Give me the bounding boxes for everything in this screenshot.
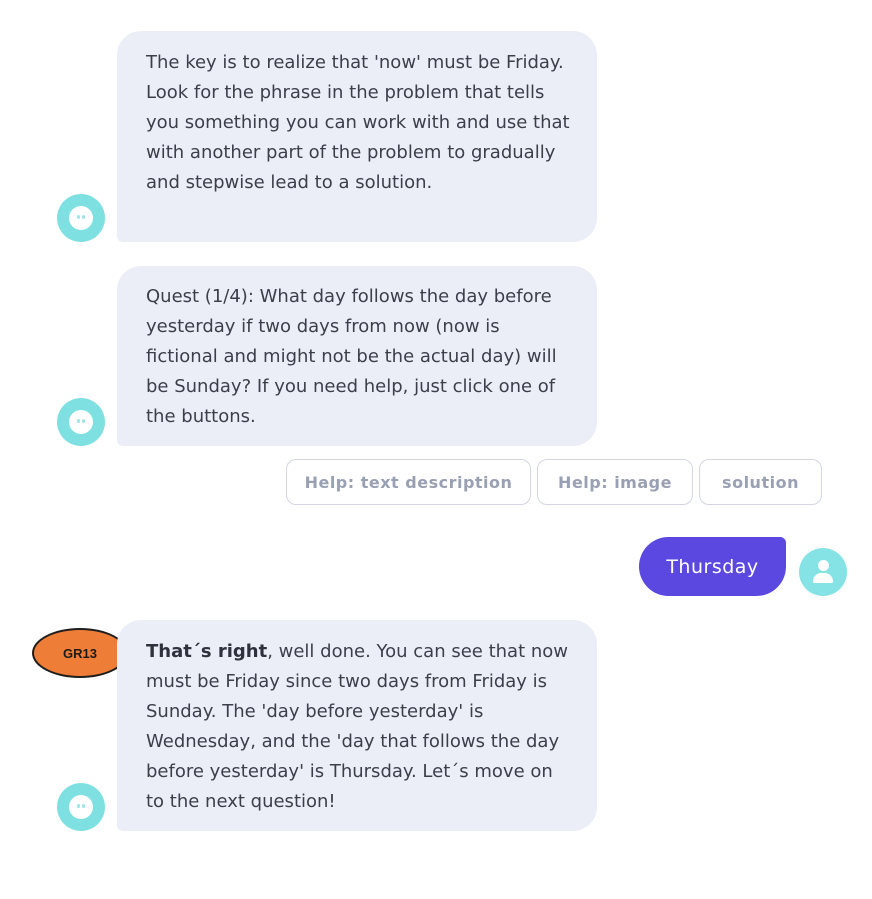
bot-message-text: The key is to realize that 'now' must be… [146,52,570,193]
bot-avatar [57,194,105,242]
bot-face-icon [69,206,93,230]
button-label: Help: image [558,472,672,492]
bot-message-quest: Quest (1/4): What day follows the day be… [117,266,597,446]
user-avatar [799,548,847,596]
help-image-button[interactable]: Help: image [537,459,693,505]
bot-message-text: Quest (1/4): What day follows the day be… [146,286,557,427]
bot-message-text: , well done. You can see that now must b… [146,641,568,812]
solution-button[interactable]: solution [699,459,822,505]
button-label: solution [722,472,799,492]
button-label: Help: text description [304,472,513,492]
feedback-emphasis: That´s right [146,641,268,662]
user-message-text: Thursday [666,555,759,578]
gr-badge: GR13 [32,628,128,678]
bot-avatar [57,783,105,831]
bot-face-icon [69,410,93,434]
badge-label: GR13 [63,645,97,661]
bot-avatar [57,398,105,446]
user-message: Thursday [639,537,786,596]
bot-face-icon [69,795,93,819]
bot-message-hint: The key is to realize that 'now' must be… [117,31,597,242]
bot-message-feedback: That´s right, well done. You can see tha… [117,620,597,831]
help-text-description-button[interactable]: Help: text description [286,459,531,505]
